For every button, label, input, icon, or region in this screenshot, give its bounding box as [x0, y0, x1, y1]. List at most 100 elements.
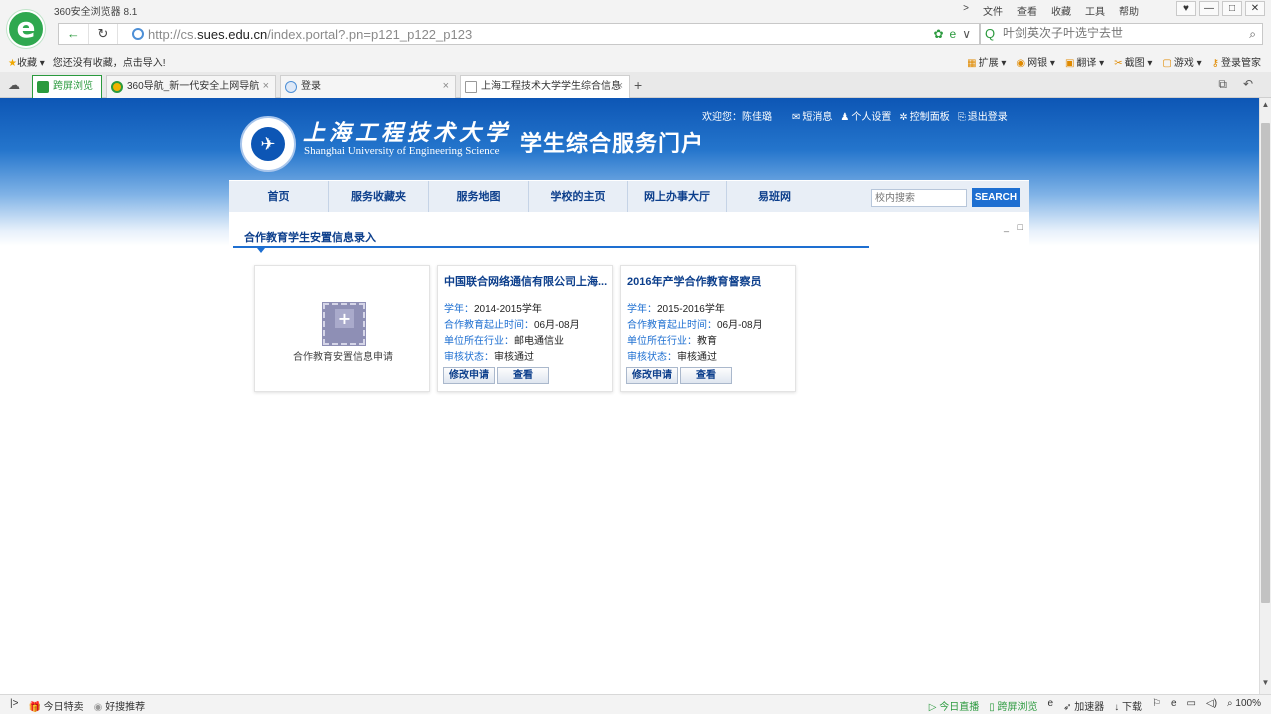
extension-icon: ▦	[967, 58, 977, 69]
sound-icon[interactable]: ◁)	[1206, 698, 1217, 713]
ie-mode-icon[interactable]: e	[950, 27, 957, 41]
close-button[interactable]: ✕	[1245, 1, 1265, 16]
browser-search: Q ⌕	[980, 23, 1263, 45]
extensions-button[interactable]: ▦ 扩展 ▾	[967, 54, 1006, 69]
browser-search-input[interactable]	[1003, 26, 1233, 40]
close-tab-icon[interactable]: ×	[443, 76, 449, 97]
menu-favorites[interactable]: 收藏	[1051, 3, 1071, 18]
undo-close-icon[interactable]: ↶	[1243, 77, 1253, 92]
expand-arrow-icon[interactable]: >	[963, 3, 969, 18]
page-icon	[285, 81, 297, 93]
compat-mode-icon[interactable]: e	[1048, 698, 1054, 713]
personal-settings-link[interactable]: ♟ 个人设置	[840, 108, 891, 123]
skin-button[interactable]: ♥	[1176, 1, 1196, 16]
nav-home[interactable]: 首页	[229, 181, 329, 213]
dot-icon: ◉	[93, 702, 103, 713]
zoom-level[interactable]: ⌕ 100%	[1227, 698, 1261, 713]
maximize-button[interactable]: □	[1222, 1, 1242, 16]
back-icon[interactable]: ←	[59, 24, 89, 44]
minimize-button[interactable]: —	[1199, 1, 1219, 16]
security-shield-icon[interactable]: ✿	[933, 27, 943, 41]
view-button[interactable]: 查看	[497, 367, 549, 384]
gear-icon: ✲	[899, 112, 908, 123]
nav-favorites[interactable]: 服务收藏夹	[329, 181, 429, 213]
favorites-import-hint[interactable]: 您还没有收藏，点击导入!	[53, 54, 166, 69]
welcome-text: 欢迎您：陈佳璐	[702, 112, 772, 123]
ie-icon[interactable]: e	[1171, 698, 1177, 713]
nav-online-hall[interactable]: 网上办事大厅	[628, 181, 727, 213]
messages-link[interactable]: ✉ 短消息	[792, 108, 832, 123]
window-icon[interactable]: ▭	[1187, 698, 1196, 713]
cross-screen-link[interactable]: ▯ 跨屏浏览	[989, 698, 1037, 713]
favorites-bar: ★收藏 ▾ 您还没有收藏，点击导入! ▦ 扩展 ▾ ◉ 网银 ▾ ▣ 翻译 ▾ ✂ 截图…	[0, 50, 1271, 72]
accelerator-link[interactable]: ➶ 加速器	[1063, 698, 1104, 713]
window-controls: ♥ — □ ✕	[1176, 1, 1265, 16]
tab-sues-portal[interactable]: 上海工程技术大学学生综合信息 ×	[460, 75, 630, 98]
search-icon[interactable]: ⌕	[1249, 27, 1256, 42]
daily-deals-link[interactable]: 🎁 今日特卖	[28, 698, 83, 713]
vertical-scrollbar[interactable]: ▲ ▼	[1259, 98, 1271, 694]
refresh-icon[interactable]: ↻	[89, 24, 119, 44]
favorites-button[interactable]: ★收藏 ▾	[8, 54, 45, 69]
translate-icon: ▣	[1064, 58, 1075, 69]
add-icon[interactable]: +	[322, 302, 366, 346]
menu-tools[interactable]: 工具	[1085, 3, 1105, 18]
screenshot-button[interactable]: ✂ 截图 ▾	[1114, 54, 1152, 69]
add-application-card[interactable]: + 合作教育安置信息申请	[254, 265, 430, 392]
document-icon	[465, 81, 477, 93]
new-tab-button[interactable]: +	[634, 77, 642, 93]
nav-service-map[interactable]: 服务地图	[429, 181, 529, 213]
record-year: 学年：2014-2015学年	[444, 304, 542, 315]
sidebar-toggle-icon[interactable]: |>	[10, 698, 18, 713]
nav-school-home[interactable]: 学校的主页	[529, 181, 628, 213]
search-engine-icon[interactable]: Q	[985, 26, 995, 41]
close-tab-icon[interactable]: ×	[263, 76, 269, 97]
panel-window-controls[interactable]: _ □	[1004, 222, 1026, 232]
control-panel-link[interactable]: ✲ 控制面板	[899, 108, 949, 123]
zoom-icon: ⌕	[1227, 698, 1233, 709]
scroll-up-icon[interactable]: ▲	[1260, 100, 1271, 114]
tab-login[interactable]: 登录 ×	[280, 75, 456, 98]
recommendations-link[interactable]: ◉ 好搜推荐	[94, 698, 146, 713]
tab-list-icon[interactable]: ⧉	[1218, 77, 1227, 92]
browser-logo-icon[interactable]: e	[7, 10, 45, 48]
tab-bar: ☁ 跨屏浏览 360导航_新一代安全上网导航 × 登录 × 上海工程技术大学学生…	[0, 72, 1271, 98]
site-search-button[interactable]: SEARCH	[972, 188, 1020, 207]
close-tab-icon[interactable]: ×	[617, 76, 623, 97]
gift-icon: 🎁	[28, 702, 41, 713]
key-icon: ⚷	[1211, 58, 1219, 69]
menu-view[interactable]: 查看	[1017, 3, 1037, 18]
tab-360-nav[interactable]: 360导航_新一代安全上网导航 ×	[106, 75, 276, 98]
edit-application-button[interactable]: 修改申请	[626, 367, 678, 384]
site-search-input[interactable]	[871, 189, 967, 207]
record-title[interactable]: 中国联合网络通信有限公司上海...	[444, 273, 612, 289]
play-icon: ▷	[928, 702, 937, 713]
section-divider	[233, 246, 869, 248]
dropdown-chevron-icon[interactable]: ∨	[962, 27, 971, 41]
gamepad-icon: ▢	[1162, 58, 1172, 69]
url-text[interactable]: http://cs.sues.edu.cn/index.portal?.pn=p…	[148, 27, 472, 42]
login-manager-button[interactable]: ⚷ 登录管家	[1212, 54, 1261, 69]
scroll-down-icon[interactable]: ▼	[1260, 678, 1271, 692]
cloud-icon[interactable]: ☁	[8, 78, 20, 92]
flag-icon[interactable]: ⚐	[1152, 698, 1161, 713]
rocket-icon: ➶	[1063, 702, 1072, 713]
edit-application-button[interactable]: 修改申请	[443, 367, 495, 384]
online-banking-button[interactable]: ◉ 网银 ▾	[1016, 54, 1055, 69]
nav-yiban[interactable]: 易班网	[727, 181, 822, 213]
menu-help[interactable]: 帮助	[1119, 3, 1139, 18]
view-button[interactable]: 查看	[680, 367, 732, 384]
scroll-thumb[interactable]	[1261, 123, 1270, 603]
translate-button[interactable]: ▣ 翻译 ▾	[1065, 54, 1104, 69]
logout-link[interactable]: ⎘ 退出登录	[958, 108, 1008, 123]
record-title[interactable]: 2016年产学合作教育督察员	[627, 273, 795, 289]
menu-file[interactable]: 文件	[983, 3, 1003, 18]
url-field[interactable]: http://cs.sues.edu.cn/index.portal?.pn=p…	[128, 23, 980, 45]
phone-icon	[37, 81, 49, 93]
live-today-link[interactable]: ▷ 今日直播	[929, 698, 979, 713]
download-link[interactable]: ↓ 下载	[1114, 698, 1142, 713]
add-application-label[interactable]: 合作教育安置信息申请	[255, 348, 431, 363]
toolbar-extensions: ▦ 扩展 ▾ ◉ 网银 ▾ ▣ 翻译 ▾ ✂ 截图 ▾ ▢ 游戏 ▾ ⚷ 登录管家	[967, 54, 1261, 69]
tab-cross-screen[interactable]: 跨屏浏览	[32, 75, 102, 98]
games-button[interactable]: ▢ 游戏 ▾	[1162, 54, 1201, 69]
